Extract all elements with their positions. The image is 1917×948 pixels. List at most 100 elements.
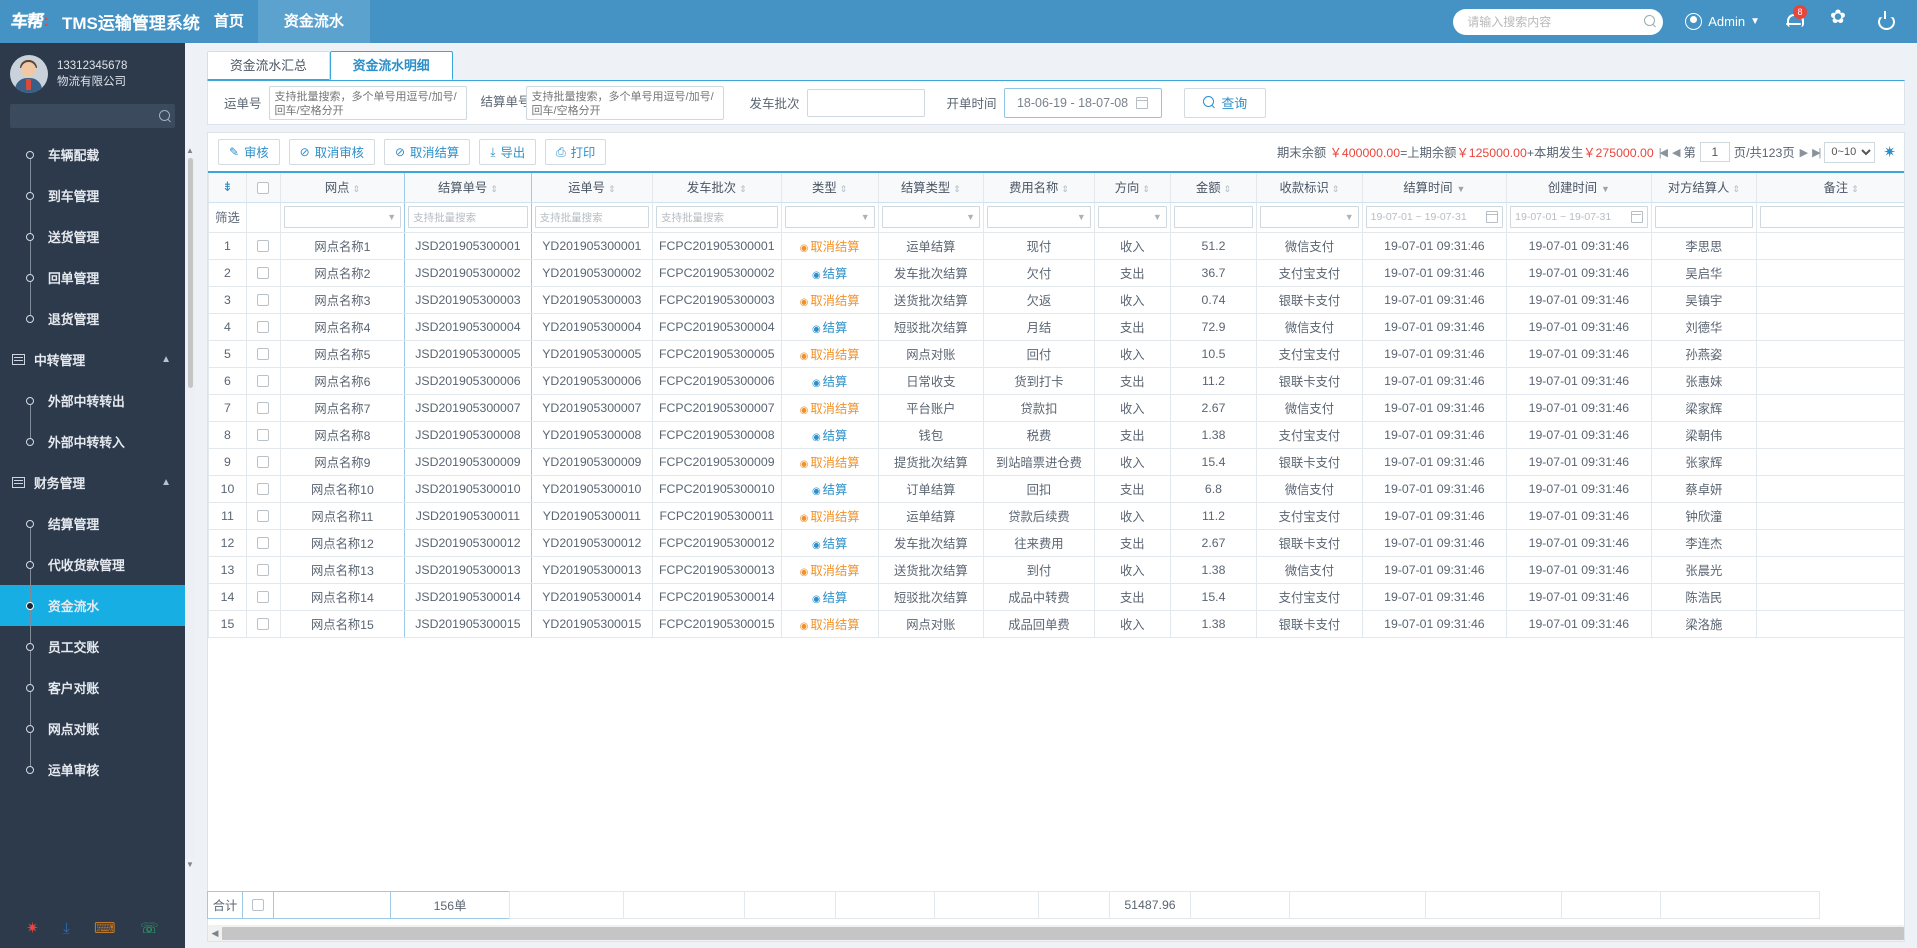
status-badge[interactable]: ◉ 取消结算 bbox=[800, 564, 860, 578]
filter-dropdown-wangdian[interactable]: ▼ bbox=[283, 206, 402, 228]
sort-icon[interactable]: ⇕ bbox=[1332, 184, 1340, 194]
global-search[interactable] bbox=[1453, 8, 1664, 35]
row-checkbox[interactable] bbox=[257, 618, 270, 631]
filter-dropdown-fangxiang[interactable]: ▼ bbox=[1097, 206, 1167, 228]
column-header-duifang[interactable]: 对方结算人 ⇕ bbox=[1650, 171, 1758, 203]
horizontal-scrollbar[interactable]: ◀ bbox=[208, 925, 1904, 941]
filter-dropdown-feiyong[interactable]: ▼ bbox=[987, 206, 1091, 228]
export-button[interactable]: ⤓ 导出 bbox=[479, 139, 537, 165]
filter-dropdown-shoukuan[interactable]: ▼ bbox=[1260, 206, 1359, 228]
top-nav-home[interactable]: 首页 bbox=[200, 0, 258, 43]
column-header-beizhu[interactable]: 备注 ⇕ bbox=[1756, 171, 1904, 203]
logout-button[interactable] bbox=[1877, 11, 1893, 32]
filter-dropdown-leixing[interactable]: ▼ bbox=[784, 206, 875, 228]
column-header-yundan_no[interactable]: 运单号 ⇕ bbox=[530, 171, 653, 203]
column-header-feiyong[interactable]: 费用名称 ⇕ bbox=[983, 171, 1095, 203]
top-nav-cashflow[interactable]: 资金流水 bbox=[257, 0, 370, 43]
table-row[interactable]: 3 网点名称3 JSD201905300003 YD201905300003 FCPC2… bbox=[208, 285, 1904, 314]
column-header-wangdian[interactable]: 网点 ⇕ bbox=[279, 171, 406, 203]
sidebar-group-5[interactable]: 中转管理 ▲ bbox=[0, 339, 185, 380]
sort-icon[interactable]: ⇕ bbox=[953, 184, 961, 194]
status-badge[interactable]: ◉ 结算 bbox=[812, 267, 847, 281]
status-badge[interactable]: ◉ 结算 bbox=[812, 483, 847, 497]
sidebar-item-13[interactable]: 客户对账 bbox=[0, 667, 185, 708]
sidebar-item-12[interactable]: 员工交账 bbox=[0, 626, 185, 667]
user-menu[interactable]: Admin ▼ bbox=[1685, 13, 1760, 30]
sidebar-item-1[interactable]: 到车管理 bbox=[0, 175, 185, 216]
row-checkbox[interactable] bbox=[257, 591, 270, 604]
audit-button[interactable]: ✎ 审核 bbox=[218, 139, 280, 165]
page-vertical-scrollbar[interactable] bbox=[185, 158, 195, 858]
column-header-chuangjian_time[interactable]: 创建时间 ▼ bbox=[1506, 171, 1652, 203]
sort-icon[interactable]: ⇕ bbox=[840, 184, 848, 194]
page-number-input[interactable] bbox=[1699, 142, 1730, 162]
sidebar-item-7[interactable]: 外部中转转入 bbox=[0, 421, 185, 462]
status-badge[interactable]: ◉ 结算 bbox=[812, 321, 847, 335]
sidebar-search-input[interactable] bbox=[17, 110, 159, 122]
table-row[interactable]: 8 网点名称8 JSD201905300008 YD201905300008 FCPC2… bbox=[208, 420, 1904, 449]
column-header-jiesuan_type[interactable]: 结算类型 ⇕ bbox=[877, 171, 985, 203]
sidebar-item-9[interactable]: 结算管理 bbox=[0, 503, 185, 544]
filter-input-jine[interactable] bbox=[1173, 206, 1254, 228]
download-icon[interactable]: ⤓ bbox=[63, 920, 70, 937]
table-row[interactable]: 9 网点名称9 JSD201905300009 YD201905300009 FCPC2… bbox=[208, 447, 1904, 476]
filter-icon[interactable]: ⇟ bbox=[222, 179, 233, 194]
status-badge[interactable]: ◉ 取消结算 bbox=[800, 240, 860, 254]
headset-icon[interactable]: ☏ bbox=[140, 919, 159, 937]
row-checkbox[interactable] bbox=[257, 564, 270, 577]
table-row[interactable]: 5 网点名称5 JSD201905300005 YD201905300005 FCPC2… bbox=[208, 339, 1904, 368]
column-settings-icon[interactable]: ✷ bbox=[1883, 143, 1896, 161]
row-checkbox[interactable] bbox=[257, 510, 270, 523]
row-checkbox[interactable] bbox=[257, 267, 270, 280]
table-scroll-area[interactable]: ⇟ 网点 ⇕ 结算单号 ⇕ 运单号 ⇕ 发车批次 ⇕ 类型 ⇕ 结算类型 ⇕ 费用名称 ⇕ 方向 ⇕ 金额 ⇕ 收款标… bbox=[208, 171, 1904, 891]
sidebar-item-0[interactable]: 车辆配载 bbox=[0, 134, 185, 175]
sort-icon[interactable]: ⇕ bbox=[1851, 184, 1859, 194]
column-header-fangxiang[interactable]: 方向 ⇕ bbox=[1093, 171, 1171, 203]
table-row[interactable]: 6 网点名称6 JSD201905300006 YD201905300006 FCPC2… bbox=[208, 366, 1904, 395]
table-row[interactable]: 11 网点名称11 JSD201905300011 YD201905300011 FCP… bbox=[208, 501, 1904, 530]
sidebar-item-10[interactable]: 代收货款管理 bbox=[0, 544, 185, 585]
select-all-checkbox[interactable] bbox=[257, 182, 270, 194]
row-checkbox[interactable] bbox=[257, 375, 270, 388]
filter-input-duifang[interactable] bbox=[1654, 206, 1754, 228]
filter-dropdown-jiesuan_type[interactable]: ▼ bbox=[881, 206, 981, 228]
status-badge[interactable]: ◉ 结算 bbox=[812, 537, 847, 551]
filter-input-jiesuan_no[interactable]: 支持批量搜索 bbox=[408, 206, 528, 228]
cancel-settle-button[interactable]: ⊘ 取消结算 bbox=[383, 139, 471, 165]
table-row[interactable]: 13 网点名称13 JSD201905300013 YD201905300013 FCP… bbox=[208, 555, 1904, 584]
status-badge[interactable]: ◉ 结算 bbox=[812, 429, 847, 443]
last-page-button[interactable]: ▶| bbox=[1811, 146, 1821, 159]
sort-icon[interactable]: ⇕ bbox=[1224, 184, 1232, 194]
chevron-down-icon[interactable]: ▼ bbox=[1601, 184, 1610, 194]
sort-icon[interactable]: ⇕ bbox=[1732, 184, 1740, 194]
print-button[interactable]: ⎙ 打印 bbox=[545, 139, 607, 165]
row-checkbox[interactable] bbox=[257, 402, 270, 415]
sort-icon[interactable]: ⇕ bbox=[608, 184, 616, 194]
sort-icon[interactable]: ⇕ bbox=[1142, 184, 1150, 194]
status-badge[interactable]: ◉ 结算 bbox=[812, 375, 847, 389]
status-badge[interactable]: ◉ 取消结算 bbox=[800, 348, 860, 362]
row-checkbox[interactable] bbox=[257, 348, 270, 361]
table-row[interactable]: 12 网点名称12 JSD201905300012 YD201905300012 FCP… bbox=[208, 528, 1904, 557]
status-badge[interactable]: ◉ 取消结算 bbox=[800, 294, 860, 308]
logo[interactable]: 车帮: bbox=[0, 0, 60, 43]
status-badge[interactable]: ◉ 取消结算 bbox=[800, 510, 860, 524]
sidebar-search[interactable] bbox=[10, 104, 175, 128]
first-page-button[interactable]: |◀ bbox=[1658, 146, 1668, 159]
column-header-fache_no[interactable]: 发车批次 ⇕ bbox=[651, 171, 782, 203]
filter-input-yundan_no[interactable]: 支持批量搜索 bbox=[534, 206, 649, 228]
column-header-chk[interactable] bbox=[245, 171, 281, 203]
row-checkbox[interactable] bbox=[257, 240, 270, 253]
row-checkbox[interactable] bbox=[257, 483, 270, 496]
sidebar-item-3[interactable]: 回单管理 bbox=[0, 257, 185, 298]
sidebar-item-14[interactable]: 网点对账 bbox=[0, 708, 185, 749]
sidebar-item-11[interactable]: 资金流水 bbox=[0, 585, 185, 626]
column-header-leixing[interactable]: 类型 ⇕ bbox=[780, 171, 879, 203]
row-checkbox[interactable] bbox=[257, 456, 270, 469]
chevron-down-icon[interactable]: ▼ bbox=[1457, 184, 1466, 194]
sort-icon[interactable]: ⇕ bbox=[739, 184, 747, 194]
column-header-shoukuan[interactable]: 收款标识 ⇕ bbox=[1256, 171, 1363, 203]
next-page-button[interactable]: ▶ bbox=[1799, 146, 1809, 159]
search-icon[interactable] bbox=[1644, 15, 1657, 28]
sidebar-item-6[interactable]: 外部中转转出 bbox=[0, 380, 185, 421]
